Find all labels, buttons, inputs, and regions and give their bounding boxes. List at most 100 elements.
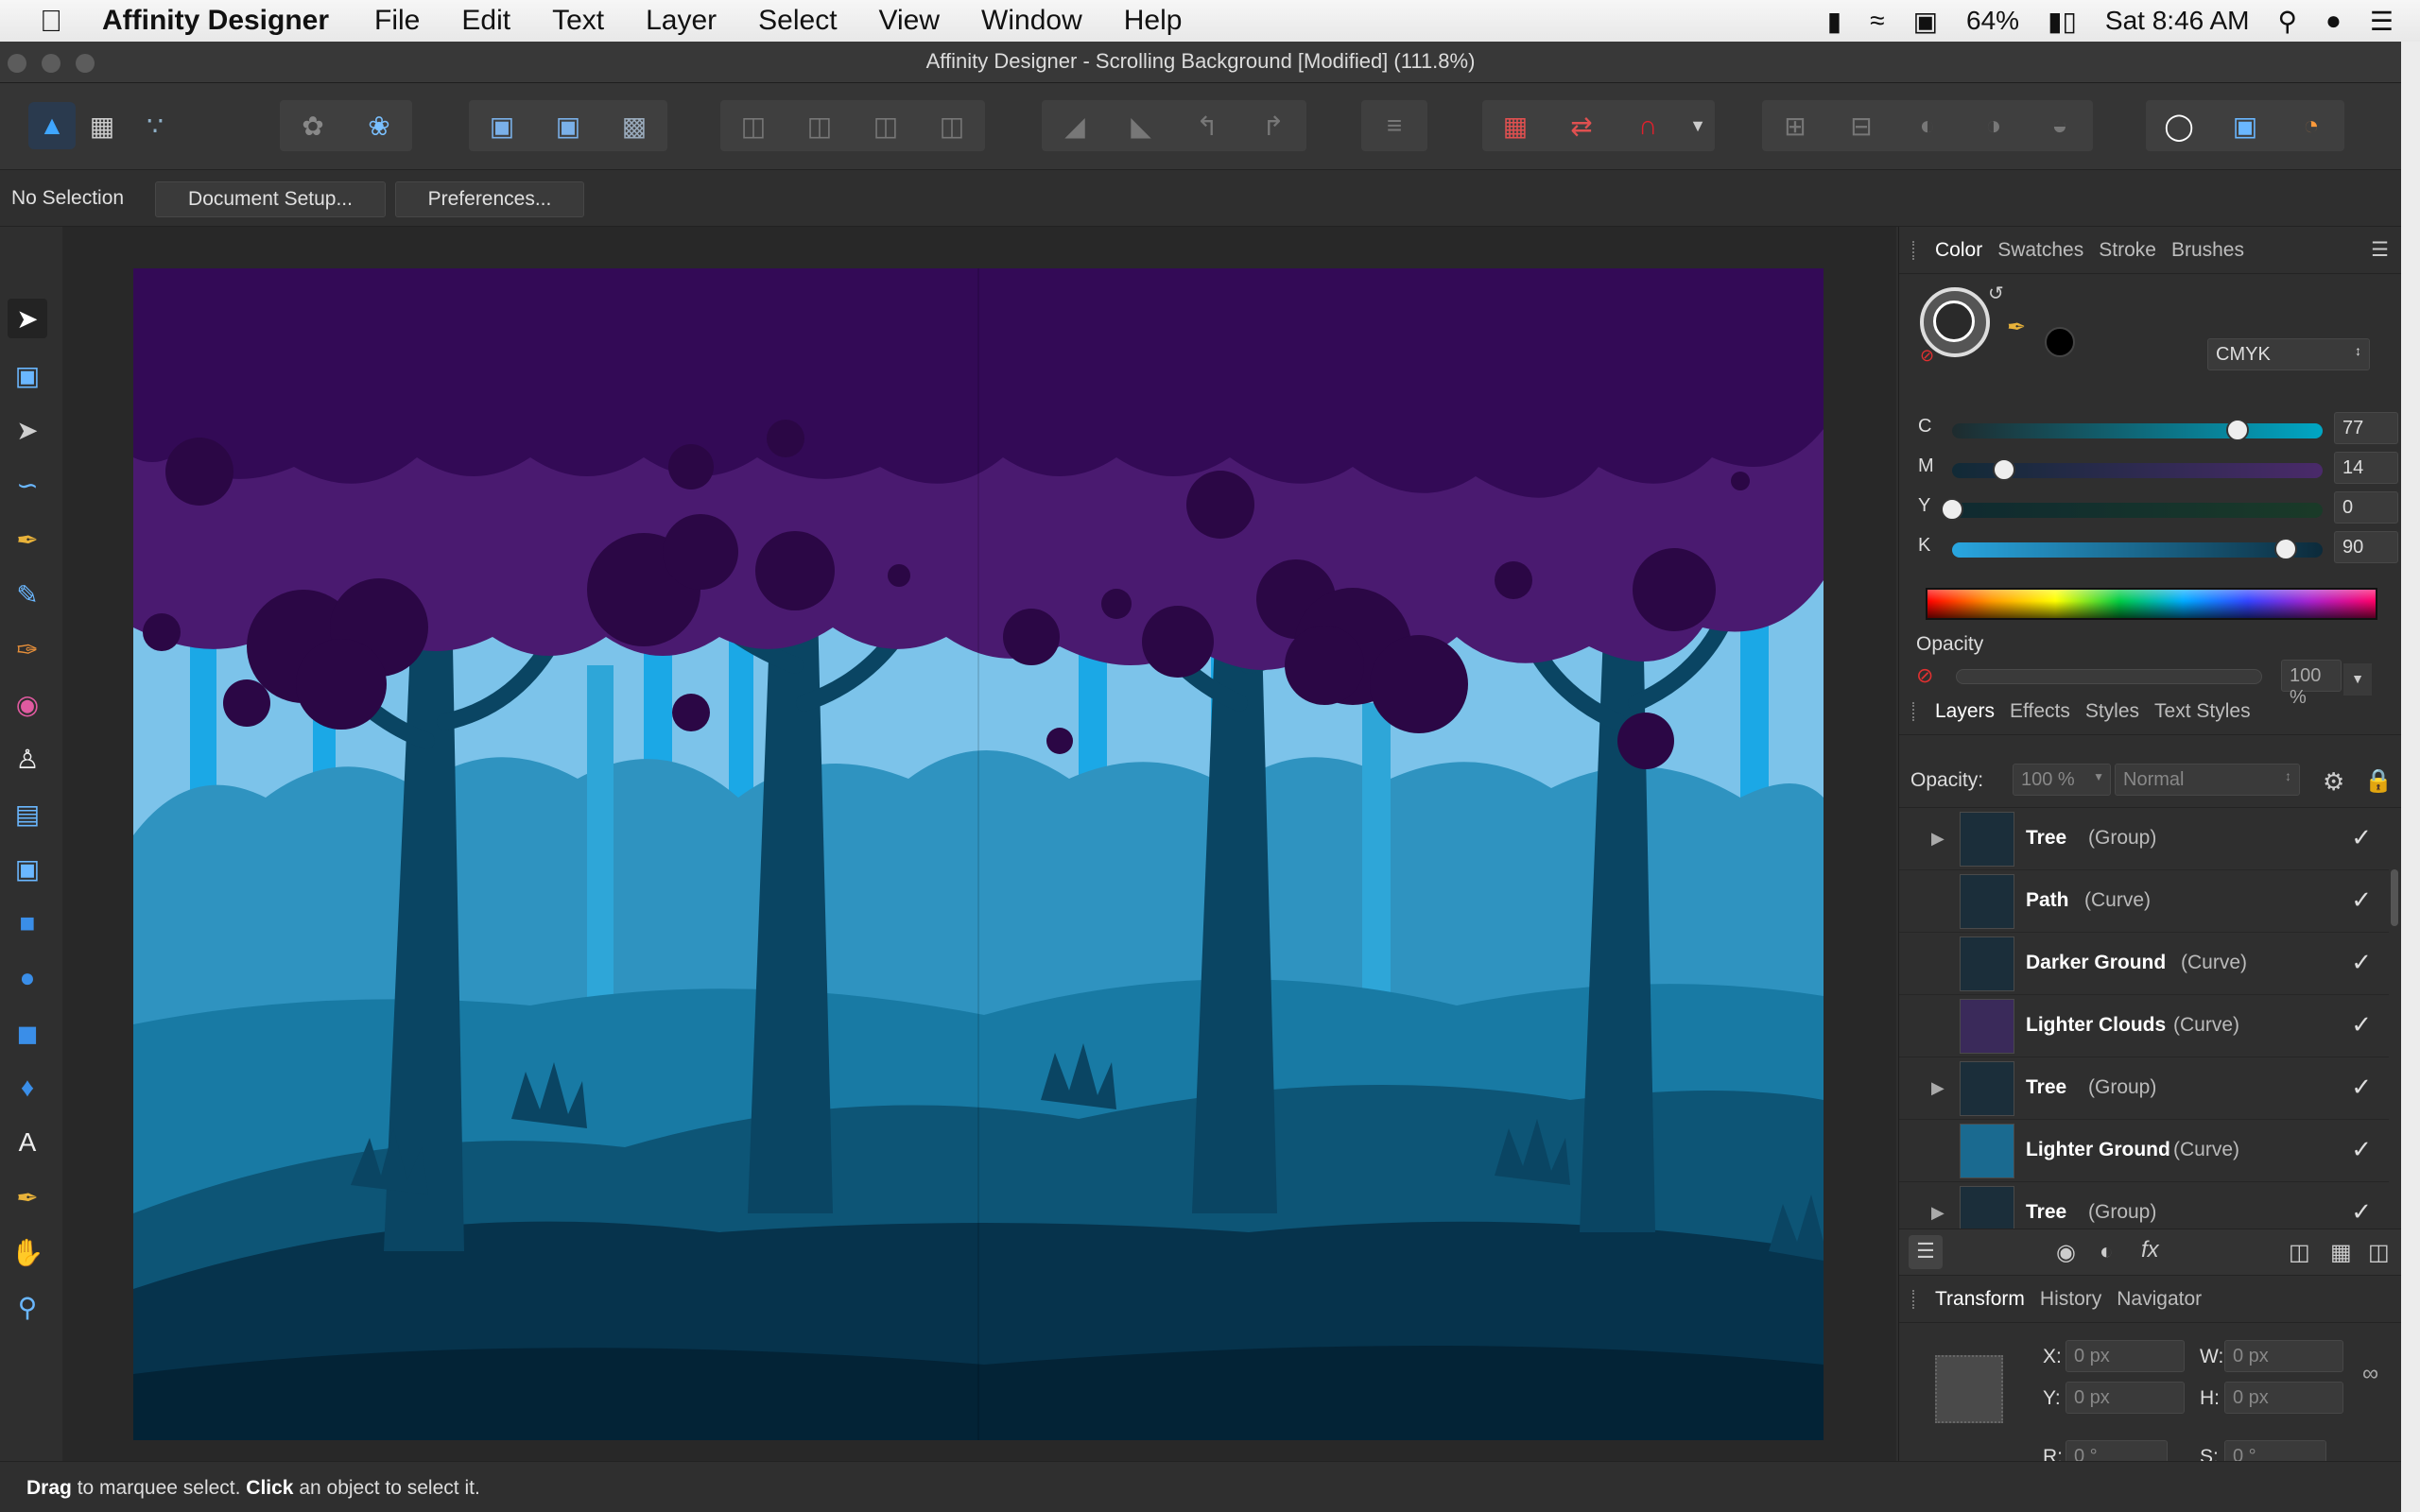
visibility-checkbox-icon[interactable]: ✓ — [2351, 1010, 2372, 1040]
layers-stack-icon[interactable]: ☰ — [1909, 1235, 1943, 1269]
pixel-persona-icon[interactable]: ▦ — [76, 100, 129, 151]
lock-aspect-ratio-icon[interactable]: ∞ — [2362, 1361, 2378, 1387]
magenta-value-field[interactable]: 14 — [2334, 452, 2398, 484]
adjustment-layer-icon[interactable]: ◐ — [2100, 1239, 2114, 1265]
layer-row[interactable]: Lighter Clouds (Curve) ✓ — [1899, 995, 2389, 1057]
visibility-checkbox-icon[interactable]: ✓ — [2351, 1197, 2372, 1227]
menu-window[interactable]: Window — [981, 5, 1082, 37]
tab-layers[interactable]: Layers — [1935, 700, 1995, 723]
no-fill-icon[interactable]: ⊘ — [1920, 346, 1934, 366]
assistant-icon[interactable]: ✿ — [280, 100, 346, 151]
opacity-slider[interactable] — [1956, 669, 2262, 684]
wifi-icon[interactable]: ≈ — [1870, 6, 1884, 36]
panel-grip-icon[interactable] — [1912, 240, 1920, 260]
menu-select[interactable]: Select — [758, 5, 837, 37]
xor-icon[interactable]: ◑ — [1961, 100, 2027, 151]
yellow-slider-knob[interactable] — [1941, 498, 1963, 521]
expand-arrow-icon[interactable]: ▶ — [1931, 829, 1945, 849]
shape-tool-icon[interactable]: ♦ — [8, 1068, 47, 1108]
delete-layer-icon[interactable]: ◫ — [2368, 1239, 2390, 1266]
black-slider[interactable] — [1952, 542, 2323, 558]
layers-scrollbar[interactable] — [2391, 869, 2398, 926]
tab-color[interactable]: Color — [1935, 239, 1982, 262]
fill-tool-icon[interactable]: ◉ — [8, 684, 47, 724]
panel-menu-icon[interactable]: ☰ — [2371, 238, 2389, 262]
cyan-value-field[interactable]: 77 — [2334, 412, 2398, 444]
battery-icon[interactable]: ▮▯ — [2048, 6, 2077, 37]
view-tool-icon[interactable]: ✋ — [8, 1232, 47, 1272]
tab-brushes[interactable]: Brushes — [2171, 239, 2244, 262]
expand-arrow-icon[interactable]: ▶ — [1931, 1078, 1945, 1098]
snap-grid-icon[interactable]: ▦ — [1482, 100, 1548, 151]
notification-center-icon[interactable]: ☰ — [2370, 6, 2394, 37]
layer-row[interactable]: Path (Curve) ✓ — [1899, 870, 2389, 933]
insert-inside-icon[interactable]: ▣ — [2212, 100, 2278, 151]
visibility-checkbox-icon[interactable]: ✓ — [2351, 1135, 2372, 1164]
place-image-tool-icon[interactable]: ▤ — [8, 794, 47, 833]
layer-row[interactable]: ▶ Tree (Group) ✓ — [1899, 1182, 2389, 1228]
yellow-value-field[interactable]: 0 — [2334, 491, 2398, 524]
add-icon[interactable]: ⊞ — [1762, 100, 1828, 151]
eyedropper-icon[interactable]: ✒ — [2007, 314, 2026, 341]
rectangle-tool-icon[interactable]: ■ — [8, 903, 47, 943]
crop-tool-icon[interactable]: ▣ — [8, 849, 47, 888]
app-menu[interactable]: Affinity Designer — [102, 5, 329, 37]
layer-row[interactable]: ▶ Tree (Group) ✓ — [1899, 808, 2389, 870]
cyan-slider[interactable] — [1952, 423, 2323, 438]
zoom-tool-icon[interactable]: ⚲ — [8, 1287, 47, 1327]
move-tool-icon[interactable]: ➤ — [8, 299, 47, 338]
layer-row[interactable]: Lighter Ground (Curve) ✓ — [1899, 1120, 2389, 1182]
effects-fx-icon[interactable]: fx — [2141, 1237, 2159, 1263]
lock-icon[interactable]: 🔒 — [2364, 767, 2393, 795]
tab-navigator[interactable]: Navigator — [2117, 1288, 2202, 1311]
cyan-slider-knob[interactable] — [2225, 419, 2249, 441]
black-value-field[interactable]: 90 — [2334, 531, 2398, 563]
tab-styles[interactable]: Styles — [2085, 700, 2139, 723]
pencil-tool-icon[interactable]: ✎ — [8, 575, 47, 614]
tab-stroke[interactable]: Stroke — [2099, 239, 2156, 262]
layer-row[interactable]: ▶ Tree (Group) ✓ — [1899, 1057, 2389, 1120]
pen-tool-icon[interactable]: ✒ — [8, 520, 47, 559]
menu-text[interactable]: Text — [552, 5, 604, 37]
menu-view[interactable]: View — [879, 5, 940, 37]
anchor-point-selector[interactable] — [1935, 1355, 2003, 1423]
menu-edit[interactable]: Edit — [461, 5, 510, 37]
mask-layer-icon[interactable]: ◉ — [2056, 1239, 2076, 1266]
visibility-checkbox-icon[interactable]: ✓ — [2351, 948, 2372, 977]
tab-transform[interactable]: Transform — [1935, 1288, 2025, 1311]
tab-swatches[interactable]: Swatches — [1997, 239, 2083, 262]
height-field[interactable]: 0 px — [2224, 1382, 2343, 1414]
flip-vertical-icon[interactable]: ◣ — [1108, 100, 1174, 151]
opacity-value-field[interactable]: 100 % — [2281, 660, 2342, 708]
swap-colors-icon[interactable]: ↺ — [1988, 282, 2004, 305]
designer-persona-icon[interactable]: ▲ — [28, 102, 76, 149]
fill-swatch[interactable] — [1933, 301, 1975, 342]
snapping-dropdown-icon[interactable]: ▼ — [1681, 100, 1715, 151]
node-tool-icon[interactable]: ➤ — [8, 410, 47, 450]
artboard[interactable] — [133, 268, 1824, 1440]
move-to-front-icon[interactable]: ◫ — [919, 100, 985, 151]
vector-brush-tool-icon[interactable]: ✑ — [8, 629, 47, 669]
layer-row[interactable]: Darker Ground (Curve) ✓ — [1899, 933, 2389, 995]
layer-opacity-field[interactable]: 100 % ▼ — [2013, 764, 2111, 796]
clock[interactable]: Sat 8:46 AM — [2105, 6, 2250, 36]
transform-origin-icon[interactable]: ▩ — [601, 100, 667, 151]
preferences-button[interactable]: Preferences... — [395, 181, 584, 217]
menu-file[interactable]: File — [374, 5, 420, 37]
visibility-checkbox-icon[interactable]: ✓ — [2351, 885, 2372, 915]
apple-icon[interactable]:  — [25, 4, 78, 39]
select-bounds-icon[interactable]: ▣ — [535, 100, 601, 151]
canvas-area[interactable] — [62, 227, 1896, 1503]
export-persona-icon[interactable]: ∵ — [129, 100, 182, 151]
layer-settings-gear-icon[interactable]: ⚙ — [2323, 767, 2344, 797]
move-to-back-icon[interactable]: ◫ — [720, 100, 786, 151]
snapping-magnet-icon[interactable]: ∩ — [1615, 100, 1681, 151]
move-back-one-icon[interactable]: ◫ — [786, 100, 853, 151]
blend-mode-select[interactable]: Normal ↕ — [2115, 764, 2300, 796]
add-pixel-layer-icon[interactable]: ▦ — [2330, 1239, 2352, 1266]
black-slider-knob[interactable] — [2273, 538, 2297, 560]
intersect-icon[interactable]: ◐ — [1894, 100, 1961, 151]
artistic-text-tool-icon[interactable]: A — [8, 1123, 47, 1162]
spotlight-search-icon[interactable]: ⚲ — [2277, 6, 2297, 37]
tab-history[interactable]: History — [2040, 1288, 2101, 1311]
